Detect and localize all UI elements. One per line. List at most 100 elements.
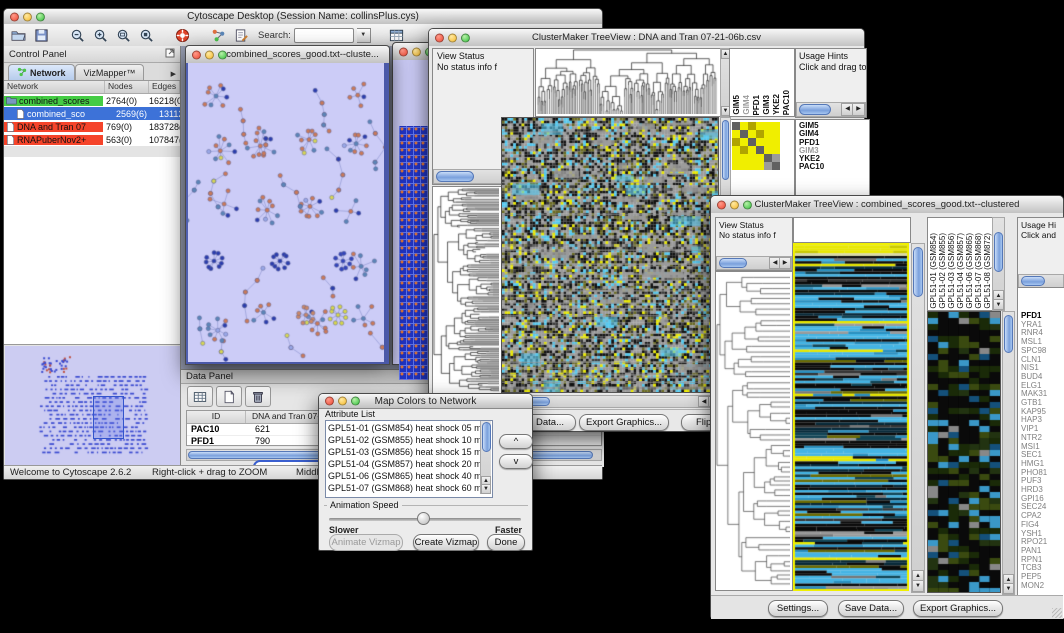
matrix-cell[interactable]	[756, 154, 764, 162]
matrix-cell[interactable]	[740, 138, 748, 146]
minimize-button[interactable]	[412, 47, 421, 56]
tab-overflow-arrow[interactable]: ▶	[167, 70, 180, 78]
network-list-row[interactable]: combined_scores2764(0)16218(0)	[4, 94, 180, 107]
network-tree-empty-area[interactable]	[4, 157, 180, 345]
zoom-fit-icon[interactable]	[136, 26, 156, 44]
zoom-button[interactable]	[351, 397, 360, 406]
matrix-cell[interactable]	[764, 130, 772, 138]
tv2-export-graphics-button[interactable]: Export Graphics...	[913, 600, 1003, 617]
network-list-row[interactable]: RNAPuberNov2+563(0)107847(0)	[4, 133, 180, 146]
matrix-cell[interactable]	[764, 146, 772, 154]
matrix-cell[interactable]	[740, 162, 748, 170]
scroll-down-arrow[interactable]: ▼	[1003, 583, 1014, 594]
scroll-thumb[interactable]	[719, 258, 747, 268]
matrix-cell[interactable]	[748, 146, 756, 154]
tab-network[interactable]: Network	[8, 64, 75, 80]
tv2-hints-hscrollbar[interactable]	[1018, 274, 1064, 288]
scroll-down-arrow[interactable]: ▼	[481, 484, 491, 494]
matrix-cell[interactable]	[772, 146, 780, 154]
matrix-cell[interactable]	[764, 162, 772, 170]
minimize-button[interactable]	[23, 12, 32, 21]
tv1-hints-hscrollbar[interactable]: ◀ ▶	[796, 102, 866, 117]
tv2-column-label[interactable]: GPL51-08 (GSM872)	[983, 233, 992, 309]
minimize-button[interactable]	[338, 397, 347, 406]
attribute-list-item[interactable]: GPL51-07 (GSM868) heat shock 60 min	[326, 482, 492, 494]
tv1-column-dendrogram[interactable]	[535, 48, 721, 117]
tv2-labels-vscrollbar[interactable]: ▲ ▼	[992, 217, 1005, 311]
close-button[interactable]	[192, 50, 201, 59]
zoom-button[interactable]	[36, 12, 45, 21]
annotation-icon[interactable]	[231, 26, 251, 44]
matrix-cell[interactable]	[748, 138, 756, 146]
matrix-cell[interactable]	[756, 130, 764, 138]
matrix-cell[interactable]	[748, 130, 756, 138]
close-button[interactable]	[10, 12, 19, 21]
move-up-button[interactable]: ^	[499, 434, 533, 449]
matrix-cell[interactable]	[756, 122, 764, 130]
tv1-column-label[interactable]: GIM3	[762, 95, 771, 115]
network-list-row[interactable]: combined_sco2569(6)13112(15)	[4, 107, 180, 120]
search-dropdown-button[interactable]: ▼	[357, 28, 371, 43]
matrix-cell[interactable]	[740, 130, 748, 138]
matrix-cell[interactable]	[748, 162, 756, 170]
scroll-thumb[interactable]	[799, 104, 831, 115]
close-button[interactable]	[435, 33, 444, 42]
move-down-button[interactable]: v	[499, 454, 533, 469]
scroll-down-arrow[interactable]: ▼	[912, 580, 924, 592]
close-button[interactable]	[717, 200, 726, 209]
help-icon[interactable]	[172, 26, 192, 44]
tv1-column-label[interactable]: GIM4	[742, 95, 751, 115]
tv1-column-label[interactable]: PFD1	[752, 95, 761, 115]
tv2-column-label[interactable]: GPL51-07 (GSM868)	[974, 233, 983, 309]
matrix-cell[interactable]	[748, 122, 756, 130]
matrix-cell[interactable]	[764, 122, 772, 130]
create-vizmap-button[interactable]: Create Vizmap	[413, 534, 479, 551]
attribute-list-item[interactable]: GPL51-03 (GSM856) heat shock 15 min	[326, 446, 492, 458]
matrix-cell[interactable]	[732, 162, 740, 170]
matrix-cell[interactable]	[732, 138, 740, 146]
matrix-cell[interactable]	[732, 154, 740, 162]
matrix-cell[interactable]	[764, 154, 772, 162]
tv2-column-label[interactable]: GPL51-06 (GSM865)	[965, 233, 974, 309]
matrix-cell[interactable]	[756, 162, 764, 170]
float-panel-icon[interactable]	[165, 48, 175, 61]
network-overview-panel[interactable]	[5, 346, 180, 466]
tv2-column-label[interactable]: GPL51-04 (GSM857)	[956, 233, 965, 309]
overview-viewport-rect[interactable]	[93, 396, 124, 439]
attribute-list-item[interactable]: GPL51-04 (GSM857) heat shock 20 min	[326, 458, 492, 470]
delete-attribute-icon[interactable]	[245, 386, 271, 407]
zoom-button[interactable]	[218, 50, 227, 59]
network-overview-icon[interactable]	[208, 26, 228, 44]
scroll-thumb[interactable]	[994, 232, 1003, 272]
resize-grip[interactable]	[1052, 608, 1062, 618]
matrix-cell[interactable]	[732, 146, 740, 154]
tv1-row-dendrogram[interactable]	[432, 186, 502, 395]
tv2-column-label[interactable]: GPL51-03 (GSM856)	[947, 233, 956, 309]
matrix-cell[interactable]	[740, 154, 748, 162]
zoom-button[interactable]	[461, 33, 470, 42]
animate-vizmap-button[interactable]: Animate Vizmap	[329, 534, 403, 551]
col-id[interactable]: ID	[187, 411, 246, 423]
tv1-hscrollbar[interactable]: ◀ ▶	[501, 395, 721, 408]
tv1-heatmap[interactable]	[501, 117, 719, 393]
save-session-icon[interactable]	[31, 26, 51, 44]
treeview1-titlebar[interactable]: ClusterMaker TreeView : DNA and Tran 07-…	[429, 29, 864, 47]
matrix-cell[interactable]	[772, 138, 780, 146]
scroll-thumb[interactable]	[482, 422, 491, 452]
tv1-row-label[interactable]: PAC10	[799, 163, 869, 171]
close-button[interactable]	[325, 397, 334, 406]
tv1-export-graphics-button[interactable]: Export Graphics...	[579, 414, 669, 431]
tv2-vscrollbar[interactable]: ▲ ▼	[911, 243, 925, 593]
matrix-cell[interactable]	[756, 146, 764, 154]
close-button[interactable]	[399, 47, 408, 56]
matrix-cell[interactable]	[772, 162, 780, 170]
gene-label[interactable]: MON2	[1021, 582, 1064, 591]
tv1-column-label[interactable]: PAC10	[782, 90, 791, 115]
scroll-thumb[interactable]	[1021, 276, 1045, 286]
new-attribute-icon[interactable]	[216, 386, 242, 407]
zoom-in-icon[interactable]	[90, 26, 110, 44]
tv1-column-label[interactable]: GIM5	[732, 95, 741, 115]
attribute-list-item[interactable]: GPL51-06 (GSM865) heat shock 40 min	[326, 470, 492, 482]
zoom-button[interactable]	[743, 200, 752, 209]
tv2-save-data-button[interactable]: Save Data...	[838, 600, 904, 617]
